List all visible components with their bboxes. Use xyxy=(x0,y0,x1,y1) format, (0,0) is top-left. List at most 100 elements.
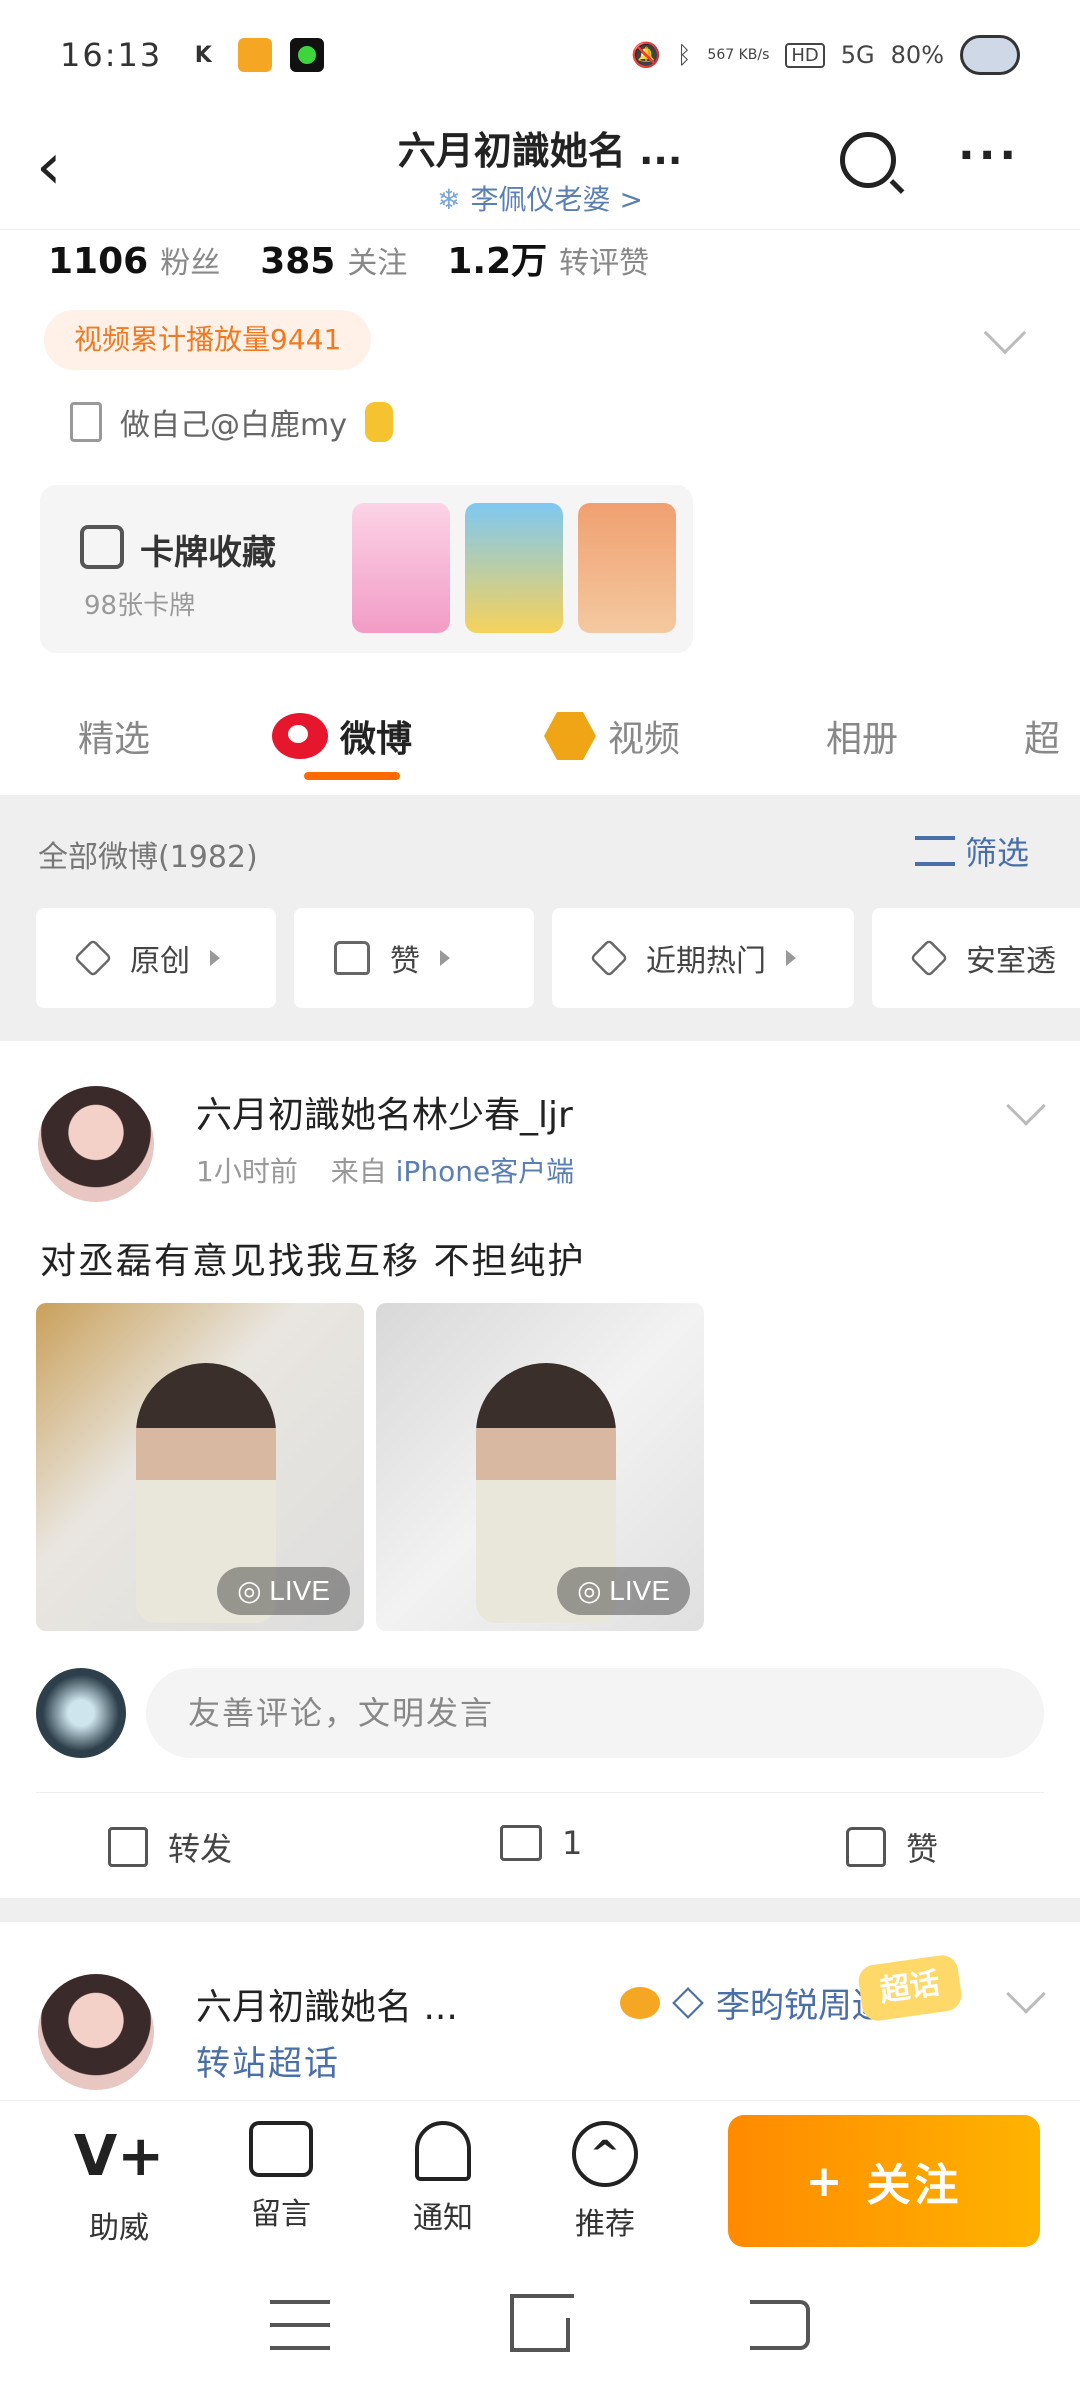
following-stat[interactable]: 385 关注 xyxy=(260,238,407,282)
followers-count: 1106 xyxy=(48,241,149,282)
post-photo[interactable]: ◎ LIVE xyxy=(376,1303,704,1631)
tab-label: 微博 xyxy=(340,719,413,760)
signal-label: 5G xyxy=(840,41,875,69)
filter-button[interactable]: 筛选 xyxy=(915,828,1029,874)
live-label: LIVE xyxy=(269,1575,330,1606)
system-nav-bar xyxy=(0,2270,1080,2388)
post-author-avatar[interactable] xyxy=(38,1974,154,2090)
repost-label: 转站超话 xyxy=(196,2044,340,2084)
layers-icon xyxy=(589,938,629,978)
card-thumbnail xyxy=(352,503,450,633)
chat-bubble-icon xyxy=(249,2121,313,2177)
k-app-icon: K xyxy=(194,42,212,68)
post-divider xyxy=(36,1792,1044,1793)
hd-icon: HD xyxy=(785,42,825,68)
post-menu-chevron-icon[interactable] xyxy=(1006,1086,1046,1126)
chip-amuro[interactable]: 安室透 xyxy=(872,908,1080,1008)
chevron-up-icon: ^ xyxy=(572,2121,638,2187)
tab-label: 精选 xyxy=(78,719,151,760)
back-icon[interactable] xyxy=(750,2300,810,2350)
chip-liked[interactable]: 赞 xyxy=(294,908,534,1008)
comment-input[interactable]: 友善评论，文明发言 xyxy=(146,1668,1044,1758)
top-header: ‹ 六月初識她名 ... ❄ 李佩仪老婆 > ··· xyxy=(0,110,1080,230)
post-photo[interactable]: ◎ LIVE xyxy=(36,1303,364,1631)
active-tab-indicator xyxy=(304,772,400,780)
header-subtitle[interactable]: ❄ 李佩仪老婆 > xyxy=(0,178,1080,218)
share-button[interactable]: 转发 xyxy=(108,1824,232,1870)
interactions-stat[interactable]: 1.2万 转评赞 xyxy=(447,232,649,284)
comment-count: 1 xyxy=(562,1824,583,1862)
filter-label: 筛选 xyxy=(965,834,1030,872)
tab-weibo[interactable]: 微博 xyxy=(272,710,412,762)
message-button[interactable]: 留言 xyxy=(226,2121,336,2233)
chip-label: 近期热门 xyxy=(646,944,766,979)
post-author-badges: 李昀锐周边 xyxy=(620,1978,886,2027)
card-thumbnail xyxy=(465,503,563,633)
home-icon[interactable] xyxy=(510,2318,570,2352)
notify-button[interactable]: 通知 xyxy=(388,2121,498,2237)
comment-button[interactable]: 1 xyxy=(500,1824,582,1862)
comment-icon xyxy=(500,1825,542,1861)
followers-stat[interactable]: 1106 粉丝 xyxy=(48,238,220,282)
layers-icon xyxy=(909,938,949,978)
like-button[interactable]: 赞 xyxy=(846,1824,938,1870)
page-title: 六月初識她名 ... xyxy=(397,129,683,173)
post-author-name[interactable]: 六月初識她名 ... xyxy=(196,1978,458,2030)
chip-original[interactable]: 原创 xyxy=(36,908,276,1008)
expand-profile-chevron-icon[interactable] xyxy=(983,311,1027,355)
plus-icon: + xyxy=(805,2155,847,2207)
search-button[interactable] xyxy=(840,132,896,188)
bio-text: 做自己@白鹿my xyxy=(120,408,347,443)
chip-arrow-icon xyxy=(786,950,796,966)
live-photo-badge: ◎ LIVE xyxy=(217,1567,350,1615)
my-avatar xyxy=(36,1668,126,1758)
bell-icon xyxy=(415,2121,471,2181)
card-thumbnail xyxy=(578,503,676,633)
menu-icon[interactable] xyxy=(270,2300,330,2350)
following-count: 385 xyxy=(260,241,336,282)
interactions-count: 1.2万 xyxy=(447,241,548,282)
snowflake-icon: ❄ xyxy=(437,183,461,216)
card-collection-title: 卡牌收藏 xyxy=(140,533,276,573)
play-count-badge[interactable]: 视频累计播放量9441 xyxy=(44,310,372,370)
mute-icon: 🔕 xyxy=(631,41,661,69)
post-source: iPhone客户端 xyxy=(395,1155,575,1188)
live-label: LIVE xyxy=(609,1575,670,1606)
net-speed: 567 KB/s xyxy=(707,47,770,63)
followers-label: 粉丝 xyxy=(160,246,221,281)
chip-trending[interactable]: 近期热门 xyxy=(552,908,854,1008)
more-button[interactable]: ··· xyxy=(958,130,1020,181)
chip-label: 安室透 xyxy=(966,944,1056,979)
post-author-avatar[interactable] xyxy=(38,1086,154,1202)
profile-stats: 1106 粉丝 385 关注 1.2万 转评赞 xyxy=(48,232,649,284)
post-time: 1小时前 xyxy=(196,1155,298,1188)
post-author-name[interactable]: 六月初識她名林少春_ljr xyxy=(196,1086,573,1138)
post-meta: 1小时前 来自 iPhone客户端 xyxy=(196,1150,574,1190)
cheer-button[interactable]: V+ 助威 xyxy=(64,2121,174,2247)
feed-gap xyxy=(0,1898,1080,1922)
tab-album[interactable]: 相册 xyxy=(826,710,898,762)
tab-video[interactable]: 视频 xyxy=(544,710,680,762)
tab-super-topic[interactable]: 超 xyxy=(1024,710,1060,762)
tab-label: 超 xyxy=(1024,719,1061,760)
filter-icon xyxy=(915,836,955,866)
card-collection-count: 98张卡牌 xyxy=(84,591,196,621)
follow-button[interactable]: + 关注 xyxy=(728,2115,1040,2247)
post-menu-chevron-icon[interactable] xyxy=(1006,1974,1046,2014)
chip-label: 原创 xyxy=(130,944,190,979)
tab-label: 视频 xyxy=(608,719,681,760)
card-collection[interactable]: 卡牌收藏 98张卡牌 xyxy=(40,485,693,653)
post-text: 对丞磊有意见找我互移 不担纯护 xyxy=(40,1241,586,1282)
notify-label: 通知 xyxy=(413,2201,473,2236)
document-icon xyxy=(70,402,102,442)
share-icon xyxy=(108,1827,148,1867)
recommend-label: 推荐 xyxy=(575,2207,635,2242)
video-logo-icon xyxy=(544,712,596,760)
recommend-button[interactable]: ^ 推荐 xyxy=(550,2121,660,2243)
tab-featured[interactable]: 精选 xyxy=(78,710,150,762)
message-label: 留言 xyxy=(251,2197,311,2232)
weibo-app-icon xyxy=(238,38,273,72)
super-topic-tag[interactable]: 超话 xyxy=(856,1953,964,2023)
all-posts-count: 全部微博(1982) xyxy=(38,840,258,875)
header-subtitle-text: 李佩仪老婆 > xyxy=(470,183,643,216)
